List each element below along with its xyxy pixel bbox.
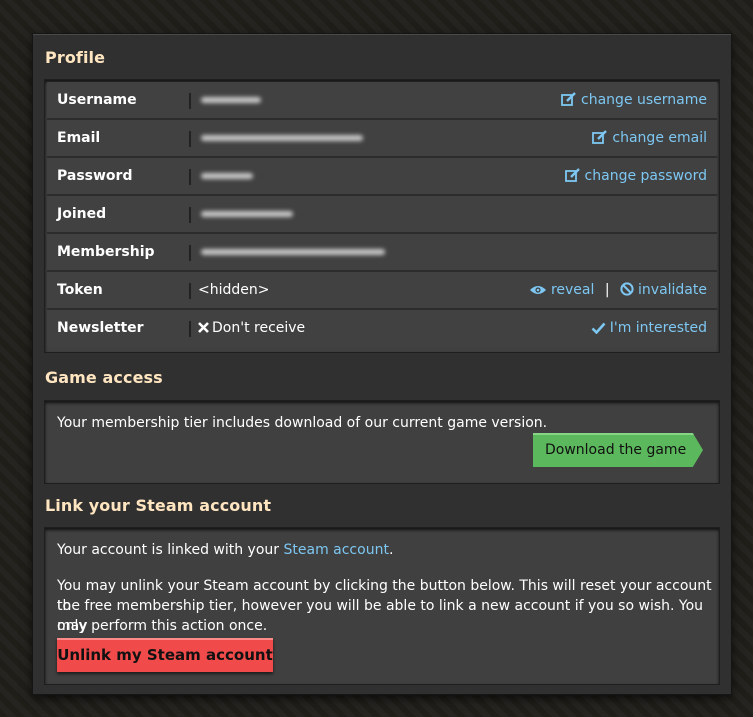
joined-label: Joined (57, 206, 107, 222)
newsletter-status: Don't receive (198, 310, 305, 346)
divider (189, 93, 191, 109)
edit-icon (561, 92, 576, 106)
token-label: Token (57, 282, 103, 298)
password-label: Password (57, 168, 133, 184)
unlink-description-line-3: only perform this action once. (57, 618, 268, 634)
membership-label: Membership (57, 244, 155, 260)
profile-row-username: Username change username (47, 82, 717, 120)
ban-icon (620, 282, 634, 296)
username-label: Username (57, 92, 137, 108)
token-value: <hidden> (198, 282, 270, 298)
newsletter-interested-link[interactable]: I'm interested (591, 310, 707, 346)
password-value-redacted (201, 173, 253, 179)
email-value-redacted (201, 135, 363, 141)
edit-icon (592, 130, 608, 144)
change-username-link[interactable]: change username (561, 82, 707, 118)
profile-row-email: Email change email (47, 120, 717, 158)
profile-row-membership: Membership (47, 234, 717, 272)
steam-box: Your account is linked with your Steam a… (45, 528, 719, 684)
newsletter-label: Newsletter (57, 320, 144, 336)
divider (189, 283, 191, 299)
account-panel: Profile Username change username Email c… (33, 34, 731, 694)
divider (189, 131, 191, 147)
game-access-text: Your membership tier includes download o… (57, 415, 548, 431)
change-password-link[interactable]: change password (564, 158, 707, 194)
profile-row-password: Password change password (47, 158, 717, 196)
game-access-box: Your membership tier includes download o… (45, 401, 719, 483)
membership-value-redacted (201, 249, 385, 255)
profile-row-newsletter: Newsletter Don't receive I'm interested (47, 310, 717, 346)
edit-icon (564, 168, 580, 182)
profile-table: Username change username Email change em… (45, 80, 719, 352)
divider (189, 169, 191, 185)
username-value-redacted (201, 97, 261, 103)
token-actions: reveal | invalidate (529, 272, 707, 308)
steam-linked-text: Your account is linked with your Steam a… (57, 542, 394, 558)
action-separator: | (604, 282, 610, 298)
divider (189, 321, 191, 337)
profile-title: Profile (45, 48, 106, 67)
steam-title: Link your Steam account (45, 496, 272, 515)
divider (189, 245, 191, 261)
eye-icon (529, 286, 546, 294)
steam-account-link[interactable]: Steam account (284, 542, 389, 558)
change-email-link[interactable]: change email (592, 120, 707, 156)
invalidate-token-link[interactable]: invalidate (616, 282, 707, 298)
email-label: Email (57, 130, 101, 146)
divider (189, 207, 191, 223)
download-game-button[interactable]: Download the game (533, 433, 703, 467)
unlink-steam-button[interactable]: Unlink my Steam account (57, 638, 273, 672)
check-icon (591, 322, 606, 335)
cross-icon (198, 322, 209, 333)
joined-value-redacted (201, 211, 293, 217)
reveal-token-link[interactable]: reveal (529, 282, 599, 298)
profile-row-token: Token <hidden> reveal | invalidate (47, 272, 717, 310)
profile-row-joined: Joined (47, 196, 717, 234)
game-access-title: Game access (45, 368, 163, 387)
